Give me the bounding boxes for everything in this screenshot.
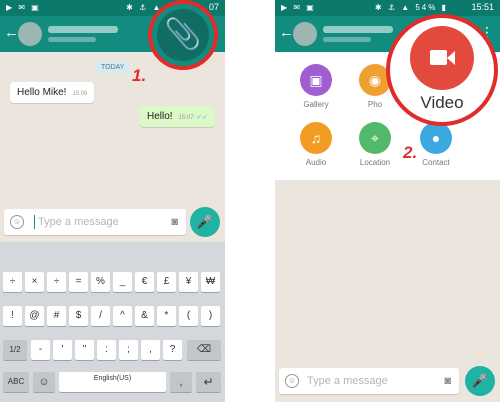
contact-name-blurred[interactable]	[323, 26, 393, 33]
key[interactable]: *	[157, 306, 176, 326]
message-time: 15:06	[72, 91, 88, 97]
contact-icon: ●	[420, 122, 452, 154]
attach-gallery[interactable]: ▣ Gallery	[289, 64, 343, 109]
attach-video-button[interactable]	[410, 26, 474, 90]
chat-area: TODAY Hello Mike! 15:06 Hello! 15:07 ✓✓	[0, 52, 225, 197]
key[interactable]: =	[69, 272, 88, 292]
key[interactable]: ₩	[201, 272, 220, 292]
paperclip-icon: 📎	[164, 18, 202, 51]
status-bar: ▶ ✉ ▣ ✱ ⚓ ▲ 54% ▮ 15:51	[275, 0, 500, 16]
key[interactable]: !	[3, 306, 22, 326]
key[interactable]: )	[201, 306, 220, 326]
key[interactable]: ×	[25, 272, 44, 292]
step-2-label: 2.	[403, 143, 418, 162]
key[interactable]: ?	[163, 340, 182, 360]
gallery-icon: ▣	[300, 64, 332, 96]
key[interactable]: $	[69, 306, 88, 326]
message-text: Hello!	[147, 111, 173, 122]
key[interactable]: &	[135, 306, 154, 326]
key[interactable]: #	[47, 306, 66, 326]
key[interactable]: "	[75, 340, 94, 360]
key[interactable]: ¥	[179, 272, 198, 292]
backspace-icon[interactable]: ⌫	[187, 340, 221, 360]
attach-label: Gallery	[303, 100, 329, 109]
left-phone-screen: ▶ ✉ ▣ ✱ ⚓ ▲ ▮ 07 ← TODAY Hello Mike! 15:0…	[0, 0, 225, 402]
key[interactable]: ÷	[47, 272, 66, 292]
key[interactable]: -	[31, 340, 50, 360]
message-text: Hello Mike!	[17, 87, 67, 98]
key[interactable]: ^	[113, 306, 132, 326]
key[interactable]: ,	[141, 340, 160, 360]
status-system-icons: ✱ ⚓ ▲ 54% ▮	[374, 3, 448, 12]
mic-icon: 🎤	[471, 373, 489, 388]
camera-icon[interactable]: ◙	[444, 375, 451, 387]
status-time: 07	[208, 2, 219, 12]
contact-status-blurred	[48, 37, 96, 42]
back-arrow-icon[interactable]: ←	[4, 24, 19, 41]
mic-button[interactable]: 🎤	[190, 207, 220, 237]
outgoing-message[interactable]: Hello! 15:07 ✓✓	[140, 106, 216, 127]
mic-icon: 🎤	[196, 214, 214, 229]
key[interactable]: _	[113, 272, 132, 292]
message-input[interactable]: Type a message	[307, 375, 388, 387]
key[interactable]: @	[25, 306, 44, 326]
video-label: Video	[420, 93, 464, 112]
onscreen-keyboard: ÷ × ÷ = % _ € £ ¥ ₩ ! @ # $ / ^ & * ( ) …	[0, 242, 225, 402]
attach-label: Audio	[305, 158, 327, 167]
contact-status-blurred	[323, 37, 371, 42]
back-arrow-icon[interactable]: ←	[279, 24, 294, 41]
incoming-message[interactable]: Hello Mike! 15:06	[10, 82, 95, 103]
key[interactable]: (	[179, 306, 198, 326]
key-abc[interactable]: ABC	[3, 372, 29, 392]
enter-key-icon[interactable]: ↵	[196, 372, 221, 392]
key[interactable]: ;	[119, 340, 138, 360]
emoji-icon[interactable]: ☺	[285, 374, 299, 388]
right-phone-screen: ▶ ✉ ▣ ✱ ⚓ ▲ 54% ▮ 15:51 ← ⋮ ▣ Gallery ◉ …	[275, 0, 500, 402]
map-icon: ⌖	[359, 122, 391, 154]
key[interactable]: /	[91, 306, 110, 326]
camera-icon[interactable]: ◙	[171, 216, 178, 228]
message-input-bar: ☺ Type a message ◙	[279, 368, 459, 394]
key[interactable]: ÷	[3, 272, 22, 292]
message-time: 15:07	[178, 115, 194, 121]
key[interactable]: €	[135, 272, 154, 292]
contact-avatar[interactable]	[293, 22, 317, 46]
contact-name-blurred[interactable]	[48, 26, 118, 33]
attach-location[interactable]: ⌖ Location	[348, 122, 402, 167]
attach-audio[interactable]: ♫ Audio	[289, 122, 343, 167]
day-divider: TODAY	[95, 62, 131, 73]
key[interactable]: £	[157, 272, 176, 292]
key[interactable]: :	[97, 340, 116, 360]
message-input[interactable]: Type a message	[38, 216, 119, 228]
headphones-icon: ♫	[300, 122, 332, 154]
key-comma[interactable]: ,	[170, 372, 192, 392]
emoji-icon[interactable]: ☺	[10, 215, 24, 229]
step-1-label: 1.	[132, 66, 147, 85]
video-camera-icon	[430, 50, 447, 65]
read-receipt-icon: ✓✓	[196, 114, 209, 121]
attach-button[interactable]: 📎	[157, 9, 209, 61]
video-highlight-circle: Video	[386, 14, 498, 126]
status-notification-icons: ▶ ✉ ▣	[6, 3, 41, 12]
video-camera-lens	[447, 51, 455, 65]
attach-highlight-circle: 📎	[148, 0, 218, 70]
key-number-page[interactable]: 1/2	[3, 340, 27, 360]
key[interactable]: %	[91, 272, 110, 292]
message-input-bar: ☺ Type a message ◙	[4, 209, 186, 235]
text-cursor	[34, 215, 35, 229]
key[interactable]: '	[53, 340, 72, 360]
space-bar[interactable]: English(US)	[59, 372, 166, 392]
attach-label: Location	[359, 158, 391, 167]
mic-button[interactable]: 🎤	[465, 366, 495, 396]
contact-avatar[interactable]	[18, 22, 42, 46]
status-time: 15:51	[471, 2, 494, 12]
status-notification-icons: ▶ ✉ ▣	[281, 3, 316, 12]
emoji-key-icon[interactable]: ☺	[33, 372, 55, 392]
